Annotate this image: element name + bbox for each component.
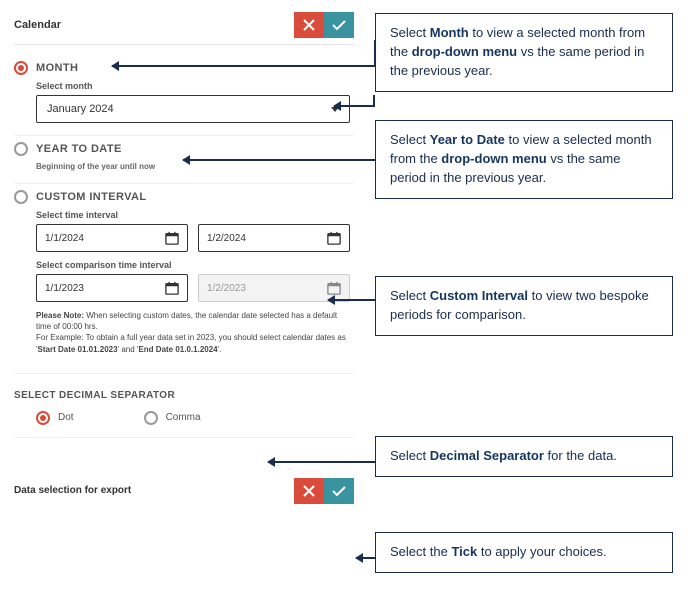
callout-custom: Select Custom Interval to view two bespo… (375, 276, 673, 336)
ytd-note: Beginning of the year until now (36, 162, 354, 171)
footer-actions (294, 478, 354, 504)
header-actions (294, 12, 354, 38)
ytd-radio-row[interactable]: YEAR TO DATE (14, 142, 354, 156)
calendar-icon (165, 281, 179, 295)
radio-icon (144, 411, 158, 425)
callout-tick: Select the Tick to apply your choices. (375, 532, 673, 573)
date-value: 1/1/2024 (45, 233, 84, 244)
custom-section: CUSTOM INTERVAL Select time interval 1/1… (14, 184, 354, 367)
calendar-icon (165, 231, 179, 245)
footer-cancel-button[interactable] (294, 478, 324, 504)
arrow-icon (328, 299, 375, 301)
radio-icon (36, 411, 50, 425)
radio-icon (14, 190, 28, 204)
month-dropdown[interactable]: January 2024 (36, 95, 350, 123)
arrow-icon (356, 557, 375, 559)
month-section: MONTH Select month January 2024 (14, 55, 354, 136)
arrow-line (374, 40, 376, 67)
arrow-line (373, 95, 375, 107)
date-value: 1/2/2024 (207, 233, 246, 244)
custom-label: CUSTOM INTERVAL (36, 191, 147, 203)
calendar-icon (327, 231, 341, 245)
callout-separator: Select Decimal Separator for the data. (375, 436, 673, 477)
calendar-icon (327, 281, 341, 295)
interval-label: Select time interval (36, 210, 354, 220)
month-radio-row[interactable]: MONTH (14, 61, 354, 75)
callout-ytd: Select Year to Date to view a selected m… (375, 120, 673, 199)
check-icon (332, 485, 346, 497)
arrow-icon (268, 461, 375, 463)
footer-title: Data selection for export (14, 485, 131, 496)
month-value: January 2024 (47, 103, 114, 115)
custom-radio-row[interactable]: CUSTOM INTERVAL (14, 190, 354, 204)
footer: Data selection for export (14, 438, 354, 504)
panel-title: Calendar (14, 19, 61, 31)
select-month-label: Select month (36, 81, 354, 91)
comma-label: Comma (166, 412, 201, 423)
separator-dot-option[interactable]: Dot (36, 411, 74, 425)
comp-interval-row: 1/1/2023 1/2/2023 (36, 274, 350, 302)
calendar-panel: Calendar MONTH Select month January 2024… (14, 12, 354, 504)
separator-section: SELECT DECIMAL SEPARATOR Dot Comma (14, 374, 354, 438)
interval-end-input[interactable]: 1/2/2024 (198, 224, 350, 252)
check-icon (332, 19, 346, 31)
separator-comma-option[interactable]: Comma (144, 411, 201, 425)
comp-interval-label: Select comparison time interval (36, 260, 354, 270)
custom-note: Please Note: When selecting custom dates… (36, 310, 350, 355)
close-icon (303, 19, 315, 31)
radio-icon (14, 61, 28, 75)
arrow-icon (183, 159, 375, 161)
separator-options: Dot Comma (36, 411, 354, 425)
dot-label: Dot (58, 412, 74, 423)
date-value: 1/2/2023 (207, 283, 246, 294)
confirm-button[interactable] (324, 12, 354, 38)
interval-row: 1/1/2024 1/2/2024 (36, 224, 350, 252)
callout-month: Select Month to view a selected month fr… (375, 13, 673, 92)
close-icon (303, 485, 315, 497)
cancel-button[interactable] (294, 12, 324, 38)
comp-start-input[interactable]: 1/1/2023 (36, 274, 188, 302)
radio-icon (14, 142, 28, 156)
arrow-icon (334, 105, 374, 107)
panel-header: Calendar (14, 12, 354, 45)
date-value: 1/1/2023 (45, 283, 84, 294)
ytd-label: YEAR TO DATE (36, 143, 122, 155)
footer-confirm-button[interactable] (324, 478, 354, 504)
interval-start-input[interactable]: 1/1/2024 (36, 224, 188, 252)
month-label: MONTH (36, 62, 78, 74)
arrow-icon (112, 65, 375, 67)
separator-title: SELECT DECIMAL SEPARATOR (14, 390, 354, 401)
